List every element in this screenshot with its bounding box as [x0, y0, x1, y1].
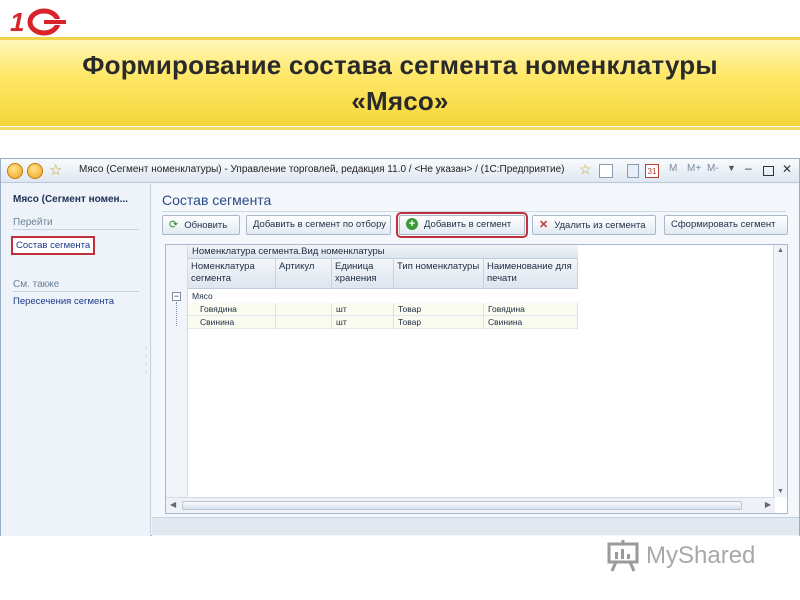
window-titlebar: ☆ Мясо (Сегмент номенклатуры) - Управлен… — [1, 159, 799, 183]
dropdown-icon[interactable] — [27, 163, 43, 179]
add-by-selection-button[interactable]: Добавить в сегмент по отбору — [246, 215, 391, 235]
1c-logo: 1 — [10, 7, 68, 37]
scroll-right-icon[interactable]: ▶ — [765, 500, 771, 509]
divider — [13, 229, 139, 230]
app-menu-icon[interactable] — [7, 163, 23, 179]
table-cell — [276, 316, 332, 329]
m-icon[interactable]: M — [669, 163, 677, 174]
app-window: ☆ Мясо (Сегмент номенклатуры) - Управлен… — [0, 158, 800, 536]
nav-header: Мясо (Сегмент номен... — [13, 194, 128, 205]
chevron-down-icon[interactable]: ▼ — [727, 163, 736, 173]
navigation-panel: Мясо (Сегмент номен... Перейти Состав се… — [1, 184, 151, 536]
table-cell: Товар — [394, 316, 484, 329]
collapse-group-icon[interactable]: − — [172, 292, 181, 301]
nav-link-segment-intersections[interactable]: Пересечения сегмента — [13, 296, 114, 307]
favorite-star-icon[interactable]: ☆ — [49, 161, 62, 179]
group-gutter — [166, 245, 188, 497]
maximize-icon[interactable] — [763, 166, 774, 176]
calendar-icon[interactable]: 31 — [645, 164, 659, 178]
nav-section-go: Перейти — [13, 217, 53, 228]
column-header[interactable]: Единица хранения — [332, 259, 394, 289]
presentation-board-icon — [607, 540, 639, 572]
form-toolbar: ⟳ Обновить Добавить в сегмент по отбору +… — [162, 212, 792, 238]
nav-link-segment-composition[interactable]: Состав сегмента — [11, 236, 96, 255]
status-bar — [152, 517, 799, 535]
refresh-button[interactable]: ⟳ Обновить — [162, 215, 240, 235]
column-header[interactable]: Наименование для печати — [484, 259, 578, 289]
plus-circle-icon: + — [406, 218, 418, 230]
table-cell: шт — [332, 316, 394, 329]
form-title: Состав сегмента — [162, 192, 272, 208]
table-group-header[interactable]: Номенклатура сегмента.Вид номенклатуры — [188, 245, 578, 259]
table-row[interactable]: Свинина шт Товар Свинина — [188, 316, 578, 329]
remove-from-segment-button[interactable]: ✕ Удалить из сегмента — [532, 215, 656, 235]
table-cell: Говядина — [484, 303, 578, 316]
m-minus-icon[interactable]: M- — [707, 163, 719, 174]
add-favorite-icon[interactable]: ☆ — [579, 161, 592, 178]
add-to-segment-button[interactable]: + Добавить в сегмент — [396, 212, 528, 238]
divider — [162, 211, 786, 212]
column-header[interactable]: Артикул — [276, 259, 332, 289]
vertical-scrollbar[interactable]: ▲ ▼ — [773, 245, 787, 497]
slide-title-line2: «Мясо» — [351, 86, 449, 116]
scrollbar-thumb[interactable] — [182, 501, 742, 510]
table-header-row: Номенклатура сегмента Артикул Единица хр… — [188, 259, 578, 289]
build-segment-button[interactable]: Сформировать сегмент — [664, 215, 788, 235]
watermark: MyShared — [606, 540, 786, 572]
scroll-up-icon[interactable]: ▲ — [777, 247, 784, 254]
table-cell: Свинина — [484, 316, 578, 329]
history-icon[interactable] — [599, 164, 613, 178]
segment-table[interactable]: Номенклатура сегмента.Вид номенклатуры Н… — [165, 244, 788, 514]
refresh-icon: ⟳ — [169, 219, 179, 231]
table-cell: Говядина — [188, 303, 276, 316]
table-cell: шт — [332, 303, 394, 316]
delete-x-icon: ✕ — [539, 219, 549, 231]
minimize-icon[interactable]: – — [745, 161, 752, 175]
svg-text:1: 1 — [10, 7, 24, 37]
tree-line — [176, 302, 177, 326]
table-row[interactable]: Говядина шт Товар Говядина — [188, 303, 578, 316]
scroll-left-icon[interactable]: ◀ — [170, 500, 176, 509]
column-header[interactable]: Номенклатура сегмента — [188, 259, 276, 289]
slide: 1 Формирование состава сегмента номенкла… — [0, 0, 800, 600]
watermark-text: MyShared — [646, 542, 756, 569]
calculator-icon[interactable] — [627, 164, 639, 178]
table-cell: Свинина — [188, 316, 276, 329]
scroll-down-icon[interactable]: ▼ — [777, 488, 784, 495]
content-area: Состав сегмента ⟳ Обновить Добавить в сег… — [152, 184, 799, 536]
m-plus-icon[interactable]: M+ — [687, 163, 701, 174]
panel-resize-grip-icon[interactable]: · · · · — [145, 344, 148, 376]
table-cell — [276, 303, 332, 316]
slide-title-line1: Формирование состава сегмента номенклату… — [82, 50, 718, 80]
window-title: Мясо (Сегмент номенклатуры) - Управление… — [79, 164, 565, 175]
title-band: Формирование состава сегмента номенклату… — [0, 37, 800, 130]
group-row[interactable]: Мясо — [188, 290, 578, 302]
nav-section-see-also: См. также — [13, 279, 60, 290]
divider — [13, 291, 139, 292]
horizontal-scrollbar[interactable]: ◀ ▶ — [166, 497, 775, 513]
close-icon[interactable]: ✕ — [782, 162, 792, 176]
column-header[interactable]: Тип номенклатуры — [394, 259, 484, 289]
table-cell: Товар — [394, 303, 484, 316]
